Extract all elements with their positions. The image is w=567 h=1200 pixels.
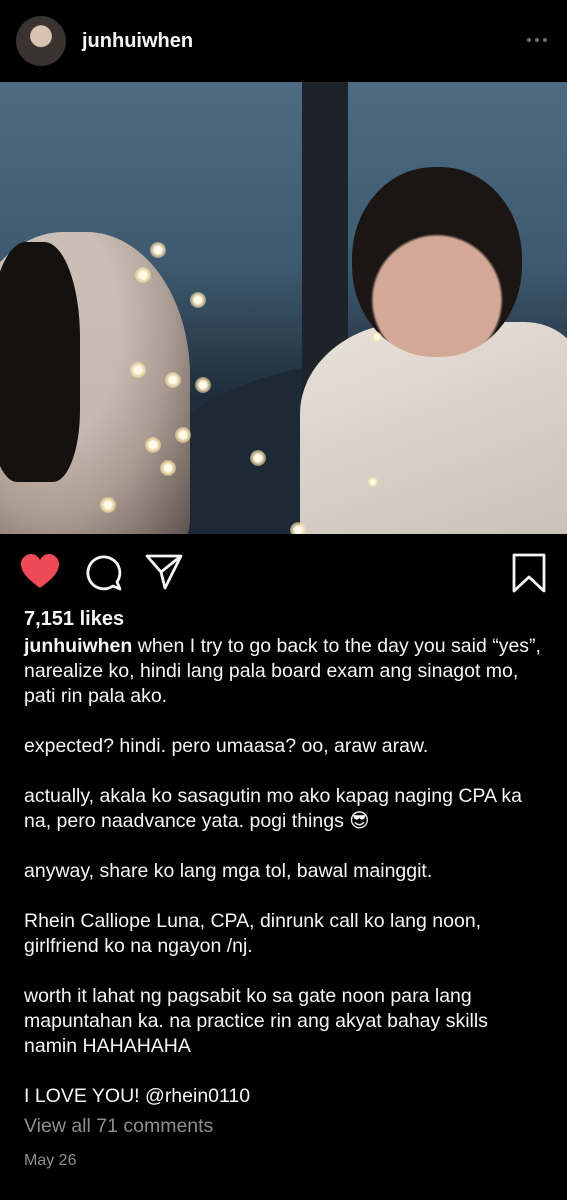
fairy-light — [160, 460, 176, 476]
more-dots-icon[interactable] — [527, 38, 547, 42]
avatar[interactable] — [16, 16, 66, 66]
post-header: junhuiwhen — [0, 0, 567, 82]
paper-plane-icon[interactable] — [145, 554, 183, 590]
fairy-light — [145, 437, 161, 453]
bookmark-icon[interactable] — [512, 553, 546, 593]
view-all-comments-link[interactable]: View all 71 comments — [0, 1115, 567, 1138]
fairy-light — [100, 497, 116, 513]
fairy-light — [165, 372, 181, 388]
like-count[interactable]: 7,151 likes — [0, 604, 567, 634]
fairy-light — [368, 477, 378, 487]
photo-head — [352, 167, 522, 357]
photo-hair — [0, 242, 80, 482]
fairy-light — [372, 332, 382, 342]
post-username[interactable]: junhuiwhen — [82, 30, 193, 53]
post-actions — [0, 534, 567, 606]
post-photo[interactable] — [0, 82, 567, 534]
caption-paragraph: worth it lahat ng pagsabit ko sa gate no… — [24, 985, 488, 1057]
post-date: May 26 — [24, 1152, 77, 1169]
fairy-light — [195, 377, 211, 393]
comment-icon[interactable] — [84, 553, 122, 591]
fairy-light — [250, 450, 266, 466]
caption-paragraph: anyway, share ko lang mga tol, bawal mai… — [24, 860, 433, 882]
fairy-light — [130, 362, 146, 378]
fairy-light — [190, 292, 206, 308]
caption-paragraph: junhuiwhen when I try to go back to the … — [24, 634, 543, 709]
caption-paragraph: I LOVE YOU! @rhein0110 — [24, 1085, 251, 1107]
caption-paragraph: expected? hindi. pero umaasa? oo, araw a… — [24, 735, 429, 757]
fairy-light — [150, 242, 166, 258]
fairy-light — [175, 427, 191, 443]
fairy-light — [290, 522, 306, 534]
fairy-light — [135, 267, 151, 283]
caption-paragraph: Rhein Calliope Luna, CPA, dinrunk call k… — [24, 910, 482, 957]
post-caption: junhuiwhen when I try to go back to the … — [0, 634, 567, 1109]
heart-icon[interactable] — [20, 554, 60, 590]
caption-username[interactable]: junhuiwhen — [24, 635, 132, 657]
caption-paragraph: actually, akala ko sasagutin mo ako kapa… — [24, 785, 522, 832]
